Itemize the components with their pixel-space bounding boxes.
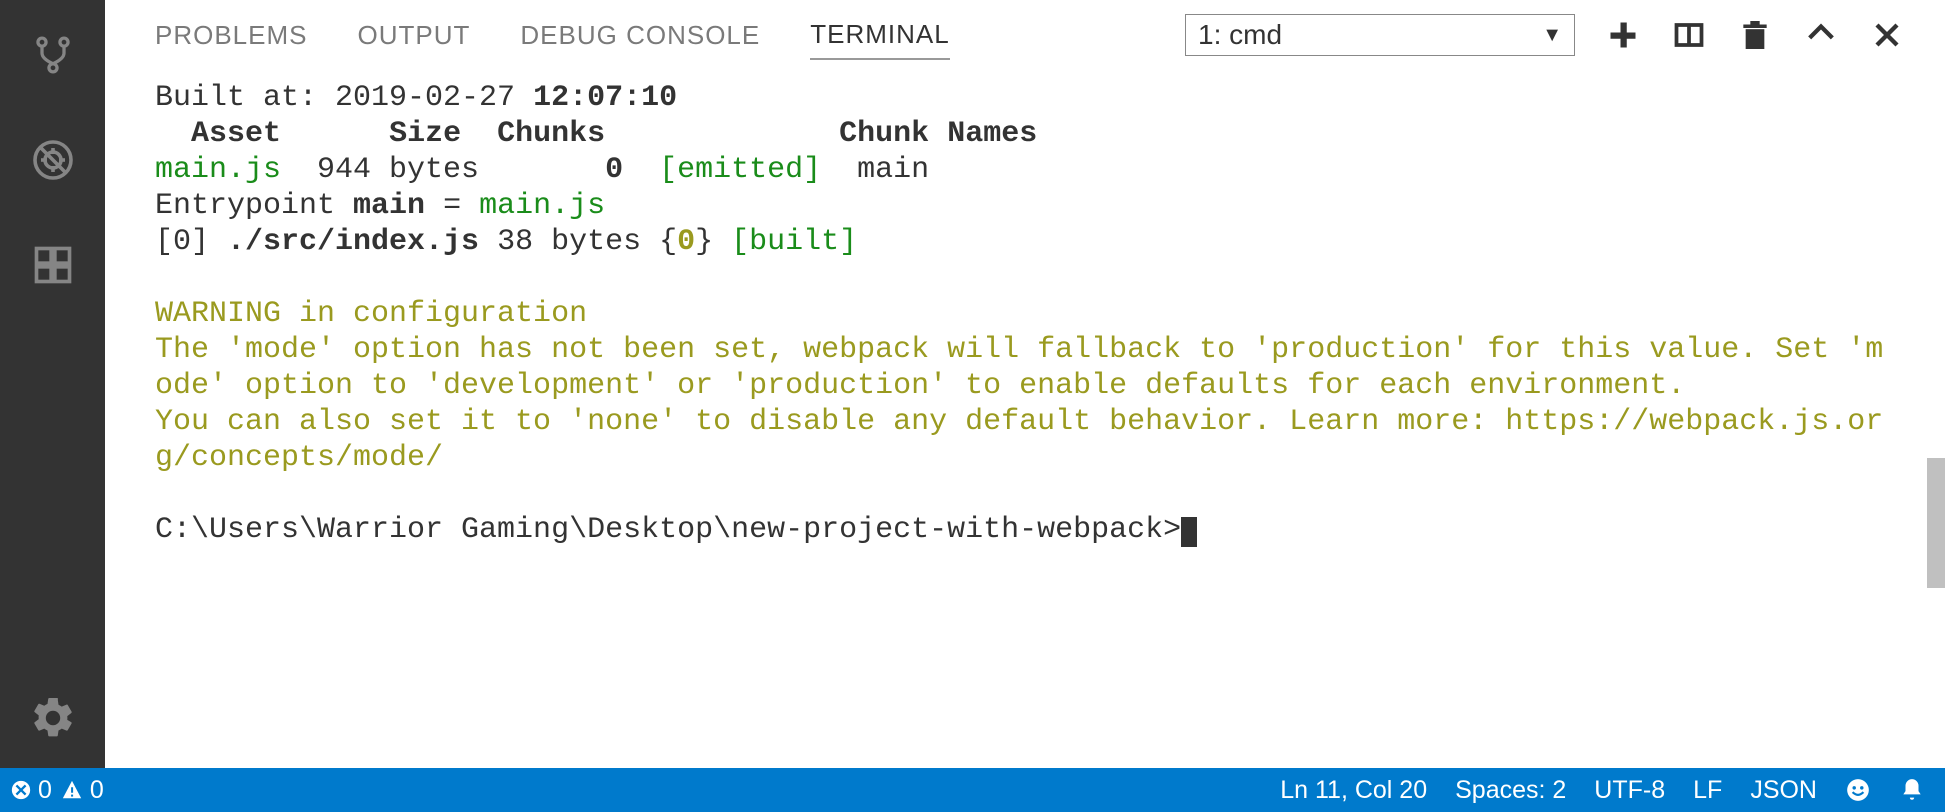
feedback-smiley-icon[interactable] [1845, 777, 1871, 803]
panel-area: PROBLEMS OUTPUT DEBUG CONSOLE TERMINAL 1… [105, 0, 1945, 768]
status-eol[interactable]: LF [1693, 776, 1722, 805]
split-terminal-icon[interactable] [1671, 17, 1707, 53]
tab-problems[interactable]: PROBLEMS [155, 12, 308, 59]
header-asset: Asset [191, 117, 281, 151]
notifications-bell-icon[interactable] [1899, 777, 1925, 803]
asset-size: 944 bytes [281, 153, 605, 187]
mod-built: [built] [731, 225, 857, 259]
scrollbar-thumb[interactable] [1927, 458, 1945, 588]
header-chunks: Chunks [497, 117, 605, 151]
header-size: Size [389, 117, 461, 151]
built-at-time: 12:07:10 [533, 81, 677, 115]
cursor [1181, 517, 1197, 547]
tab-debug-console[interactable]: DEBUG CONSOLE [520, 12, 760, 59]
built-at-label: Built at: 2019-02-27 [155, 81, 533, 115]
chevron-down-icon: ▼ [1542, 24, 1562, 47]
entry-label: Entrypoint [155, 189, 353, 223]
status-errors[interactable]: 0 [10, 776, 52, 805]
entry-eq: = [425, 189, 479, 223]
asset-emitted: [emitted] [659, 153, 821, 187]
status-encoding[interactable]: UTF-8 [1594, 776, 1665, 805]
new-terminal-icon[interactable] [1605, 17, 1641, 53]
warning-block: WARNING in configuration The 'mode' opti… [155, 296, 1895, 476]
extensions-icon[interactable] [23, 235, 83, 295]
terminal-selector[interactable]: 1: cmd ▼ [1185, 14, 1575, 56]
maximize-panel-icon[interactable] [1803, 17, 1839, 53]
mod-index: [0] [155, 225, 227, 259]
status-warnings[interactable]: 0 [60, 776, 104, 805]
terminal-output[interactable]: Built at: 2019-02-27 12:07:10 Asset Size… [105, 70, 1945, 768]
asset-chunkname: main [821, 153, 929, 187]
settings-gear-icon[interactable] [23, 688, 83, 748]
prompt: C:\Users\Warrior Gaming\Desktop\new-proj… [155, 513, 1181, 547]
debug-icon[interactable] [23, 130, 83, 190]
tab-terminal[interactable]: TERMINAL [810, 11, 949, 60]
panel-tabs: PROBLEMS OUTPUT DEBUG CONSOLE TERMINAL 1… [105, 0, 1945, 70]
source-control-icon[interactable] [23, 25, 83, 85]
error-count: 0 [38, 776, 52, 805]
warning-icon [60, 779, 84, 801]
status-indentation[interactable]: Spaces: 2 [1455, 776, 1566, 805]
status-cursor-position[interactable]: Ln 11, Col 20 [1280, 776, 1427, 805]
header-chunknames: Chunk Names [839, 117, 1037, 151]
asset-chunk: 0 [605, 153, 623, 187]
error-icon [10, 779, 32, 801]
activity-bar [0, 0, 105, 768]
kill-terminal-icon[interactable] [1737, 17, 1773, 53]
entry-file: main.js [479, 189, 605, 223]
mod-size: 38 bytes { [479, 225, 677, 259]
tab-output[interactable]: OUTPUT [358, 12, 471, 59]
entry-main: main [353, 189, 425, 223]
warning-count: 0 [90, 776, 104, 805]
mod-close: } [695, 225, 731, 259]
terminal-selector-label: 1: cmd [1198, 19, 1282, 51]
status-language[interactable]: JSON [1750, 776, 1817, 805]
asset-name: main.js [155, 153, 281, 187]
close-panel-icon[interactable] [1869, 17, 1905, 53]
mod-file: ./src/index.js [227, 225, 479, 259]
status-bar: 0 0 Ln 11, Col 20 Spaces: 2 UTF-8 LF JSO… [0, 768, 1945, 812]
mod-chunk: 0 [677, 225, 695, 259]
